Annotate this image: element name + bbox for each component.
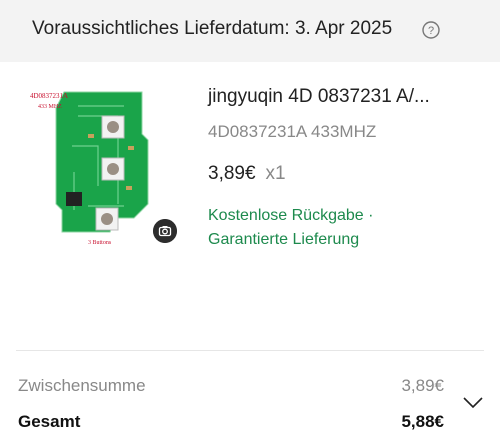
product-price: 3,89€ [208, 163, 256, 184]
product-variant: 4D0837231A 433MHZ [208, 122, 377, 141]
subtotal-value: 3,89€ [401, 376, 444, 395]
product-quantity: x1 [265, 163, 286, 184]
delivery-date-text: Voraussichtliches Lieferdatum: 3. Apr 20… [32, 18, 393, 39]
price-row: 3,89€ x1 [208, 163, 286, 185]
delivery-header: Voraussichtliches Lieferdatum: 3. Apr 20… [0, 0, 500, 62]
svg-text:?: ? [428, 25, 434, 37]
divider [16, 350, 484, 351]
product-title[interactable]: jingyuqin 4D 0837231 A/... [208, 86, 430, 108]
camera-icon[interactable] [153, 219, 177, 243]
guaranteed-delivery-text: Garantierte Lieferung [208, 231, 360, 248]
pcb-frequency-label: 433 MHZ [38, 104, 62, 110]
help-circle-icon[interactable]: ? [422, 21, 440, 39]
pcb-buttons-label: 3 Buttons [88, 240, 112, 246]
free-return-text: Kostenlose Rückgabe · [208, 207, 374, 224]
subtotal-label: Zwischensumme [18, 376, 146, 395]
chevron-down-icon[interactable] [462, 396, 484, 410]
total-value: 5,88€ [401, 412, 444, 431]
pcb-part-label: 4D0837231A [30, 92, 68, 100]
total-label: Gesamt [18, 412, 81, 431]
